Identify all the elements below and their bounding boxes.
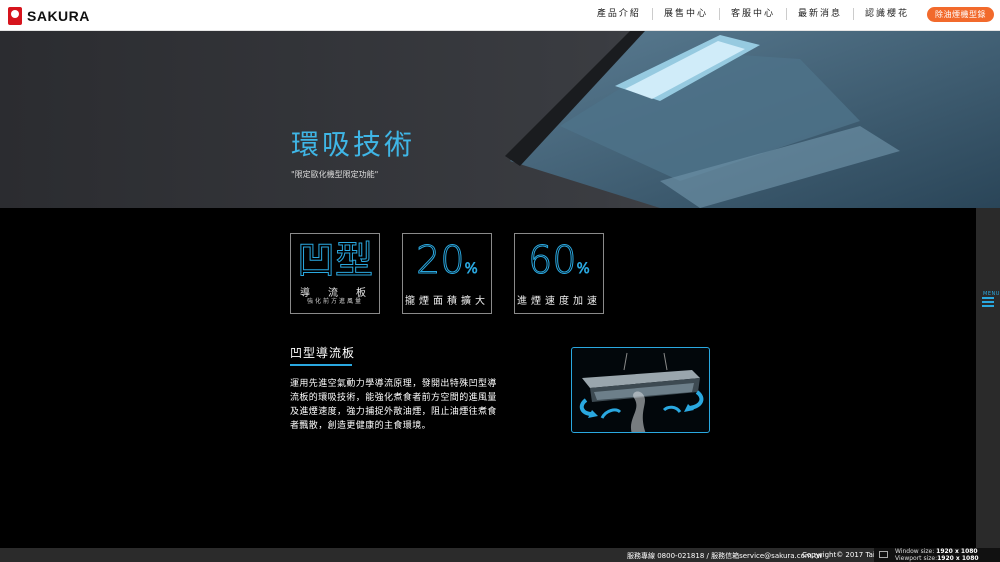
feature-box-speed: 60% 進煙速度加速 [514,233,604,314]
window-size-line: Window size: 1920 x 1080 [895,548,978,555]
monitor-icon [879,551,888,558]
sakura-logo-icon [8,7,22,25]
range-hood-image [0,31,1000,208]
main-nav: 產品介紹 展售中心 客服中心 最新消息 認識櫻花 [586,8,920,20]
feature-concave-sub: 強化前方進風量 [306,298,363,305]
nav-service[interactable]: 客服中心 [720,8,787,20]
hood-airflow-icon [579,352,704,432]
site-header: SAKURA 產品介紹 展售中心 客服中心 最新消息 認識櫻花 除油煙機型錄 [0,0,1000,31]
section-title: 凹型導流板 [290,346,356,360]
catalog-button[interactable]: 除油煙機型錄 [927,7,994,22]
section-body: 運用先進空氣動力學導流原理，發開出特殊凹型導流板的環吸技術，能強化煮食者前方空間… [290,379,497,431]
title-underline [290,364,352,366]
hero-title: 環吸技術 [291,128,416,161]
feature-box-area: 20% 攏煙面積擴大 [402,233,492,314]
footer-service: 服務專線 0800-021818 / 服務信箱service@sakura.co… [627,552,823,560]
feature-speed-label: 進煙速度加速 [517,296,601,307]
hero-subtitle: "限定歐化機型限定功能" [291,170,379,179]
nav-news[interactable]: 最新消息 [787,8,854,20]
side-menu[interactable]: MENU [976,208,1000,548]
hamburger-icon[interactable] [982,297,994,309]
feature-area-value: 20% [416,238,479,282]
hero-banner: 環吸技術 "限定歐化機型限定功能" [0,31,1000,208]
nav-showrooms[interactable]: 展售中心 [653,8,720,20]
feature-area-label: 攏煙面積擴大 [405,296,489,307]
airflow-diagram [571,347,710,433]
feature-concave-heading: 凹型 [296,238,373,282]
feature-box-concave: 凹型 導 流 板 強化前方進風量 [290,233,380,314]
logo-text: SAKURA [27,8,90,24]
sakura-logo[interactable]: SAKURA [8,6,90,26]
nav-about[interactable]: 認識櫻花 [854,8,920,20]
window-size-overlay: Window size: 1920 x 1080 Viewport size:1… [874,548,1000,562]
feature-speed-value: 60% [528,238,591,282]
site-footer: 服務專線 0800-021818 / 服務信箱service@sakura.co… [0,548,1000,562]
viewport-size-line: Viewport size:1920 x 1080 [895,555,979,562]
nav-products[interactable]: 產品介紹 [586,8,653,20]
